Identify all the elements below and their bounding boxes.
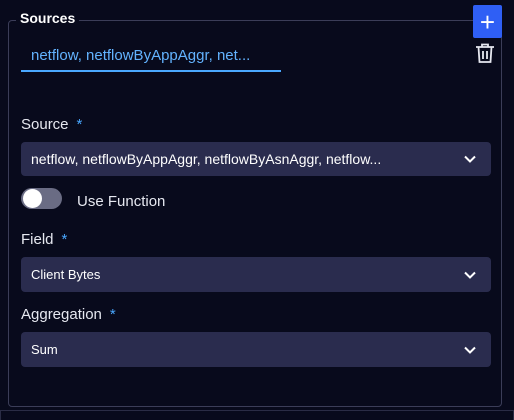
outer-frame [0, 410, 514, 420]
delete-source-button[interactable] [474, 42, 496, 64]
chevron-down-icon [464, 155, 476, 163]
source-label: Source * [21, 116, 82, 133]
plus-icon: + [479, 6, 496, 37]
aggregation-label-text: Aggregation [21, 306, 102, 323]
source-label-text: Source [21, 116, 69, 133]
use-function-label: Use Function [77, 193, 166, 210]
field-select[interactable]: Client Bytes [21, 257, 491, 292]
required-mark: * [76, 116, 83, 133]
required-mark: * [109, 306, 116, 323]
use-function-toggle[interactable] [21, 188, 62, 209]
field-label-text: Field [21, 231, 54, 248]
source-name-value: netflow, netflowByAppAggr, net... [31, 46, 251, 64]
source-name-input[interactable]: netflow, netflowByAppAggr, net... [21, 40, 281, 72]
panel-title: Sources [16, 10, 80, 26]
chevron-down-icon [464, 346, 476, 354]
aggregation-label: Aggregation * [21, 306, 116, 323]
field-select-value: Client Bytes [31, 267, 101, 282]
toggle-knob [23, 189, 42, 208]
trash-icon [476, 43, 494, 63]
field-label: Field * [21, 231, 67, 248]
source-select[interactable]: netflow, netflowByAppAggr, netflowByAsnA… [21, 142, 491, 176]
aggregation-select[interactable]: Sum [21, 332, 491, 367]
aggregation-select-value: Sum [31, 342, 58, 357]
add-source-button[interactable]: + [473, 5, 502, 38]
chevron-down-icon [464, 271, 476, 279]
required-mark: * [61, 231, 68, 248]
source-select-value: netflow, netflowByAppAggr, netflowByAsnA… [31, 151, 382, 167]
